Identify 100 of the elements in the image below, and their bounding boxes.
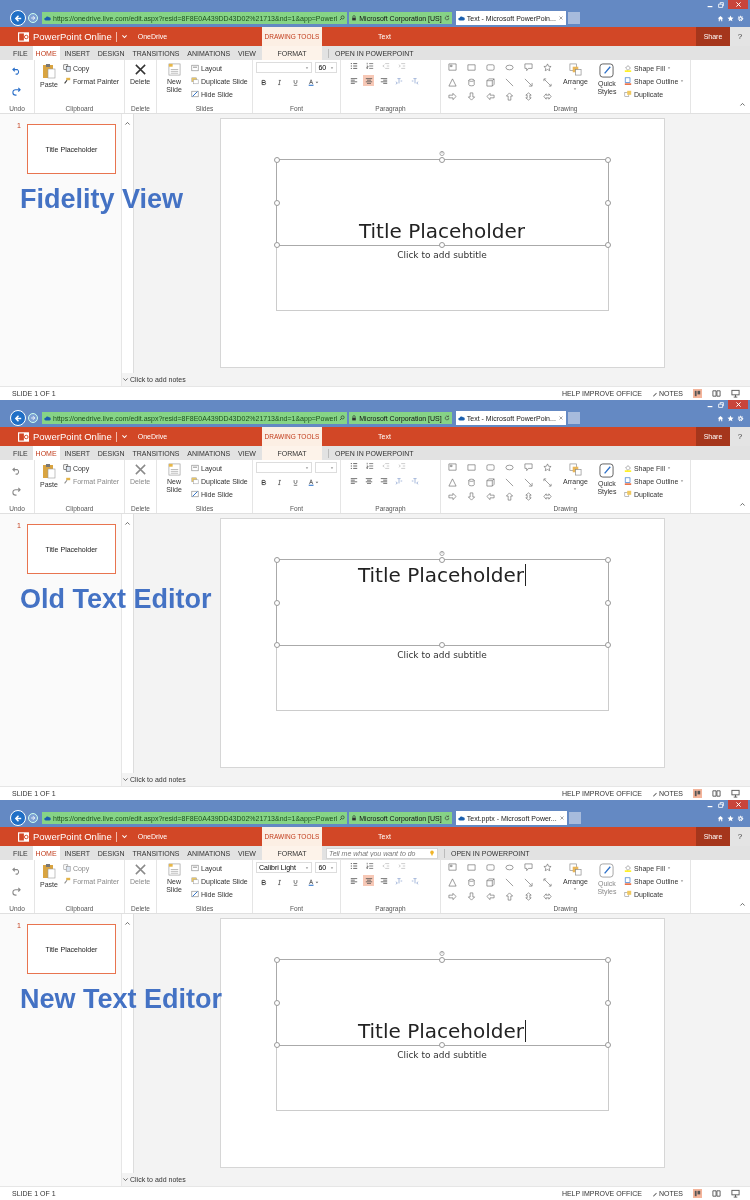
numbering-icon[interactable] [366, 462, 374, 470]
left-to-right-icon[interactable] [395, 876, 403, 885]
resize-handle[interactable] [604, 199, 611, 206]
triangle-icon[interactable] [448, 77, 457, 87]
slide-show-icon[interactable] [731, 789, 740, 798]
scroll-up-icon[interactable] [124, 920, 131, 927]
line-icon[interactable] [505, 477, 514, 487]
text-box-icon[interactable] [448, 63, 457, 72]
help-button[interactable]: ? [730, 427, 750, 446]
close-icon[interactable] [558, 815, 565, 821]
increase-indent-icon[interactable] [398, 62, 406, 70]
refresh-icon[interactable] [443, 815, 450, 821]
back-button[interactable] [10, 410, 26, 426]
resize-handle[interactable] [273, 957, 280, 963]
expand-notes-icon[interactable] [122, 1176, 129, 1183]
logo-icon[interactable] [18, 831, 29, 842]
star-icon[interactable] [543, 63, 552, 72]
star-icon[interactable] [727, 414, 734, 422]
cylinder-icon[interactable] [467, 877, 476, 887]
rectangle-icon[interactable] [467, 863, 476, 872]
close-icon[interactable] [557, 15, 564, 21]
slide-show-icon[interactable] [731, 389, 740, 398]
editing-view-icon[interactable] [693, 1189, 702, 1198]
increase-indent-icon[interactable] [398, 462, 406, 470]
right-to-left-icon[interactable] [411, 76, 419, 85]
help-button[interactable]: ? [730, 827, 750, 846]
resize-handle[interactable] [273, 599, 280, 606]
expand-notes-icon[interactable] [122, 376, 129, 383]
settings-icon[interactable] [737, 814, 744, 822]
bullets-icon[interactable] [350, 62, 358, 70]
left-arrow-icon[interactable] [486, 92, 495, 102]
resize-handle[interactable] [439, 157, 445, 163]
forward-button[interactable] [28, 13, 38, 23]
left-to-right-icon[interactable] [395, 76, 403, 85]
align-button[interactable] [363, 475, 374, 486]
back-button[interactable] [10, 10, 26, 26]
resize-handle[interactable] [439, 642, 445, 648]
cube-icon[interactable] [486, 77, 495, 87]
underline-icon[interactable] [292, 879, 299, 886]
font-name-field[interactable] [256, 462, 313, 473]
refresh-icon[interactable] [443, 415, 450, 421]
line-icon[interactable] [505, 877, 514, 887]
close-button[interactable] [728, 400, 748, 409]
font-size-field[interactable] [315, 462, 337, 473]
align-button[interactable] [363, 875, 374, 886]
resize-handle[interactable] [273, 242, 280, 248]
underline-icon[interactable] [292, 479, 299, 486]
down-arrow-icon[interactable] [467, 492, 476, 502]
increase-indent-icon[interactable] [398, 862, 406, 870]
settings-icon[interactable] [737, 14, 744, 22]
up-arrow-icon[interactable] [505, 892, 514, 902]
bullets-icon[interactable] [350, 862, 358, 870]
redo-button[interactable] [10, 85, 22, 97]
left-right-arrow-icon[interactable] [543, 92, 552, 102]
bold-icon[interactable] [260, 479, 267, 486]
resize-handle[interactable] [273, 157, 280, 163]
bold-icon[interactable] [260, 79, 267, 86]
right-arrow-icon[interactable] [448, 492, 457, 502]
up-down-arrow-icon[interactable] [524, 892, 533, 902]
home-icon[interactable] [717, 414, 724, 422]
italic-icon[interactable] [276, 879, 283, 886]
double-arrow-icon[interactable] [543, 877, 552, 887]
chevron-icon[interactable] [120, 33, 128, 40]
right-arrow-icon[interactable] [448, 92, 457, 102]
right-to-left-icon[interactable] [411, 876, 419, 885]
restore-icon[interactable] [717, 800, 725, 809]
rotate-handle-icon[interactable] [438, 550, 446, 557]
decrease-indent-icon[interactable] [382, 62, 390, 70]
arrow-icon[interactable] [524, 477, 533, 487]
settings-icon[interactable] [737, 414, 744, 422]
numbering-icon[interactable] [366, 62, 374, 70]
new-tab-button[interactable] [567, 412, 580, 424]
cube-icon[interactable] [486, 477, 495, 487]
resize-handle[interactable] [604, 157, 611, 163]
resize-handle[interactable] [273, 642, 280, 648]
home-icon[interactable] [717, 14, 724, 22]
star-icon[interactable] [543, 463, 552, 472]
close-icon[interactable] [557, 415, 564, 421]
left-arrow-icon[interactable] [486, 492, 495, 502]
search-icon[interactable] [339, 815, 346, 821]
subtitle-placeholder[interactable]: Click to add subtitle [275, 1046, 609, 1111]
chevron-icon[interactable] [120, 433, 128, 440]
new-tab-button[interactable] [568, 812, 581, 824]
resize-handle[interactable] [439, 1042, 445, 1048]
rotate-handle-icon[interactable] [438, 150, 446, 157]
resize-handle[interactable] [273, 557, 280, 563]
resize-handle[interactable] [604, 242, 611, 248]
resize-handle[interactable] [273, 199, 280, 206]
up-down-arrow-icon[interactable] [524, 492, 533, 502]
reading-view-icon[interactable] [712, 389, 721, 398]
collapse-ribbon-icon[interactable] [739, 901, 746, 908]
reading-view-icon[interactable] [712, 1189, 721, 1198]
triangle-icon[interactable] [448, 877, 457, 887]
subtitle-placeholder[interactable]: Click to add subtitle [275, 646, 609, 711]
double-arrow-icon[interactable] [543, 77, 552, 87]
callout-icon[interactable] [524, 463, 533, 472]
collapse-ribbon-icon[interactable] [739, 501, 746, 508]
italic-icon[interactable] [276, 479, 283, 486]
bold-icon[interactable] [260, 879, 267, 886]
subtitle-placeholder[interactable]: Click to add subtitle [275, 246, 609, 311]
